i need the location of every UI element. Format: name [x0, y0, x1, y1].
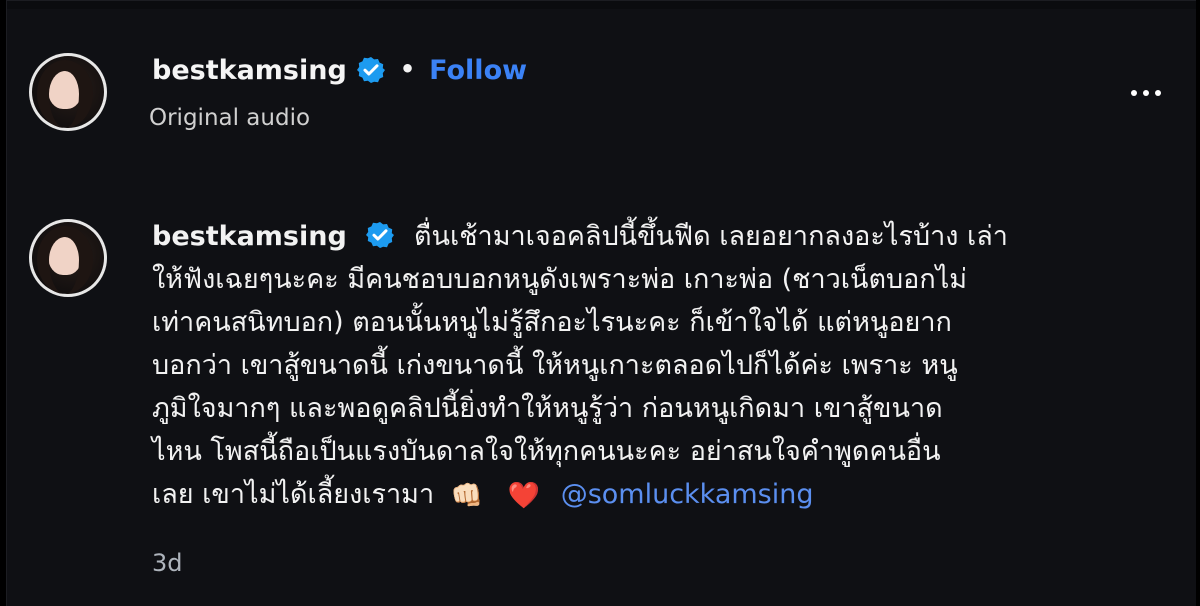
- verified-badge-icon: [356, 57, 385, 83]
- verified-badge-icon: [366, 222, 395, 248]
- header-user-row: bestkamsing • Follow: [152, 53, 527, 87]
- threads-post-screen: bestkamsing • Follow Original audio best…: [6, 0, 1196, 606]
- caption-line-2: ให้ฟังเฉยๆนะคะ มีคนชอบบอกหนูดังเพราะพ่อ …: [152, 258, 1152, 301]
- top-edge: [7, 1, 1196, 9]
- more-options-icon[interactable]: [1128, 81, 1164, 105]
- caption-text-line-4: บอกว่า เขาสู้ขนาดนี้ เก่งขนาดนี้ ให้หนูเ…: [152, 350, 958, 381]
- caption-line-6: ไหน โพสนี้ถือเป็นแรงบันดาลใจให้ทุกคนนะคะ…: [152, 430, 1152, 473]
- header-separator: •: [399, 55, 416, 83]
- post-header: bestkamsing • Follow Original audio: [29, 53, 1164, 143]
- caption-avatar[interactable]: [29, 219, 107, 297]
- fist-bump-emoji-icon: 👊🏻: [450, 481, 484, 511]
- caption-line-3: เท่าคนสนิทบอก) ตอนนั้นหนูไม่รู้สึกอะไรนะ…: [152, 301, 1152, 344]
- original-audio-label[interactable]: Original audio: [149, 105, 310, 131]
- caption-post: bestkamsing ตื่นเช้ามาเจอคลิปนี้ขึ้นฟีด …: [29, 215, 1174, 577]
- follow-button[interactable]: Follow: [429, 57, 527, 84]
- caption-text-line-7: เลย เขาไม่ได้เลี้ยงเรามา: [152, 479, 435, 510]
- header-username[interactable]: bestkamsing: [152, 57, 347, 84]
- caption-text-line-1: ตื่นเช้ามาเจอคลิปนี้ขึ้นฟีด เลยอยากลงอะไ…: [414, 221, 1008, 252]
- post-timestamp: 3d: [152, 549, 183, 577]
- caption-username[interactable]: bestkamsing: [152, 221, 347, 252]
- caption-line-4: บอกว่า เขาสู้ขนาดนี้ เก่งขนาดนี้ ให้หนูเ…: [152, 344, 1152, 387]
- caption-line-5: ภูมิใจมากๆ และพอดูคลิปนี้ยิ่งทำให้หนูรู้…: [152, 387, 1152, 430]
- caption-text-line-6: ไหน โพสนี้ถือเป็นแรงบันดาลใจให้ทุกคนนะคะ…: [152, 436, 941, 467]
- caption-text: bestkamsing ตื่นเช้ามาเจอคลิปนี้ขึ้นฟีด …: [152, 215, 1152, 516]
- caption-line-1: bestkamsing ตื่นเช้ามาเจอคลิปนี้ขึ้นฟีด …: [152, 215, 1152, 258]
- profile-avatar[interactable]: [29, 53, 107, 131]
- caption-text-line-3: เท่าคนสนิทบอก) ตอนนั้นหนูไม่รู้สึกอะไรนะ…: [152, 307, 952, 338]
- caption-text-line-5: ภูมิใจมากๆ และพอดูคลิปนี้ยิ่งทำให้หนูรู้…: [152, 393, 943, 424]
- mentioned-user-link[interactable]: @somluckkamsing: [561, 479, 814, 510]
- caption-text-line-2: ให้ฟังเฉยๆนะคะ มีคนชอบบอกหนูดังเพราะพ่อ …: [152, 264, 968, 295]
- caption-line-7: เลย เขาไม่ได้เลี้ยงเรามา 👊🏻 ❤️ @somluckk…: [152, 473, 1152, 516]
- red-heart-emoji-icon: ❤️: [507, 481, 541, 511]
